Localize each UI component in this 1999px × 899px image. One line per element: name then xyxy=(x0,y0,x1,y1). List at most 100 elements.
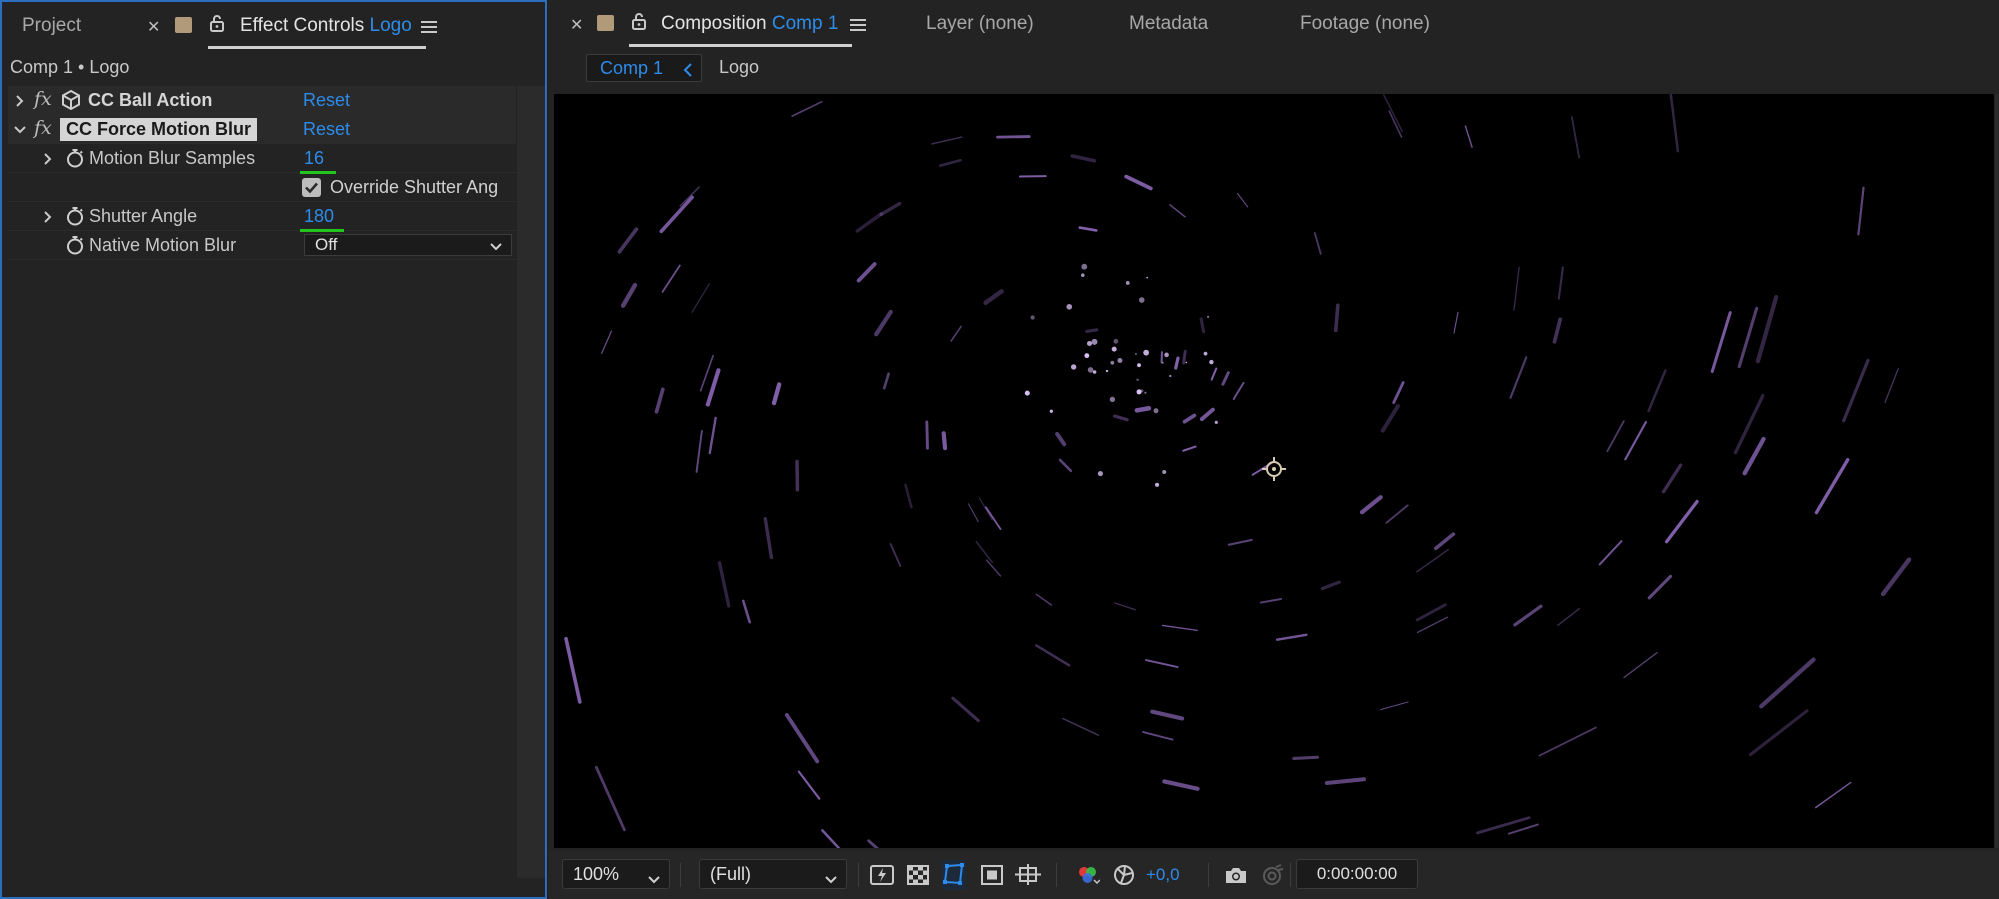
particle-streak xyxy=(951,696,980,723)
chevron-right-icon[interactable] xyxy=(42,153,54,165)
effect-row-cc-ball-action[interactable]: fx CC Ball Action Reset xyxy=(8,86,516,115)
reset-button[interactable]: Reset xyxy=(303,119,350,140)
particle-dot xyxy=(1185,361,1188,364)
particle-dot xyxy=(1117,357,1123,363)
particle-streak xyxy=(1062,717,1100,736)
particle-streak xyxy=(771,382,782,406)
effect-row-cc-force-motion-blur[interactable]: fx CC Force Motion Blur Reset xyxy=(8,115,516,144)
particle-streak xyxy=(1150,709,1185,721)
particle-dot xyxy=(1084,353,1090,359)
particle-streak xyxy=(1113,414,1129,422)
particle-streak xyxy=(1434,532,1456,551)
layer-nav-item[interactable]: Logo xyxy=(719,57,759,78)
particle-streak xyxy=(889,543,902,567)
particle-streak xyxy=(867,839,879,848)
particle-streak xyxy=(941,431,948,451)
tab-footage-label: Footage xyxy=(1300,13,1370,34)
stopwatch-icon[interactable] xyxy=(65,148,85,168)
close-icon[interactable]: ✕ xyxy=(147,17,160,37)
reset-button[interactable]: Reset xyxy=(303,90,350,111)
grid-guides-icon[interactable] xyxy=(1015,864,1041,886)
layer-color-chip xyxy=(175,17,192,33)
particle-streak xyxy=(717,561,731,608)
left-scrollbar[interactable] xyxy=(517,86,545,878)
particle-streak xyxy=(654,387,665,414)
tab-composition-name: Comp 1 xyxy=(771,13,839,34)
particle-streak xyxy=(601,330,613,354)
dropdown-value: Off xyxy=(315,235,338,254)
reset-exposure-icon[interactable] xyxy=(1112,864,1136,886)
tab-composition-label: Composition xyxy=(661,13,767,34)
channels-icon[interactable] xyxy=(1076,864,1101,886)
particle-streak xyxy=(1236,192,1249,208)
tab-metadata[interactable]: Metadata xyxy=(1129,13,1208,35)
comp-nav-item[interactable]: Comp 1 xyxy=(586,54,702,82)
particle-streak xyxy=(691,283,710,313)
region-of-interest-icon[interactable] xyxy=(980,864,1004,886)
chevron-right-icon[interactable] xyxy=(42,211,54,223)
particle-streak xyxy=(620,282,638,308)
stopwatch-icon[interactable] xyxy=(65,206,85,226)
tab-project[interactable]: Project xyxy=(22,15,81,37)
particle-streak xyxy=(1815,781,1852,809)
tab-effect-controls[interactable]: Effect Controls Logo xyxy=(208,15,426,49)
exposure-value[interactable]: +0,0 xyxy=(1146,865,1180,885)
tab-footage[interactable]: Footage (none) xyxy=(1300,13,1430,35)
panel-menu-icon[interactable] xyxy=(850,19,866,33)
current-time-display[interactable]: 0:00:00:00 xyxy=(1296,859,1418,889)
tab-layer[interactable]: Layer (none) xyxy=(926,13,1034,35)
particle-streak xyxy=(1842,358,1870,423)
particle-streak xyxy=(1182,349,1187,365)
particle-streak xyxy=(1078,226,1098,232)
right-scrollbar[interactable] xyxy=(1995,94,1999,848)
zoom-select[interactable]: 100% xyxy=(562,859,670,889)
param-label: Native Motion Blur xyxy=(89,234,237,255)
param-row-native-motion-blur: Native Motion Blur Off xyxy=(8,231,516,260)
close-icon[interactable]: ✕ xyxy=(570,15,583,35)
mask-path-visibility-icon[interactable] xyxy=(942,860,966,890)
native-motion-blur-dropdown[interactable]: Off xyxy=(304,234,512,256)
chevron-right-icon[interactable] xyxy=(14,95,26,107)
toolbar-divider xyxy=(1056,863,1057,887)
resolution-select[interactable]: (Full) xyxy=(699,859,847,889)
particle-dot xyxy=(1136,378,1139,381)
chevron-down-icon[interactable] xyxy=(14,124,26,136)
particle-streak xyxy=(784,713,820,764)
particle-streak xyxy=(1385,504,1409,524)
camera-snapshot-icon[interactable] xyxy=(1224,864,1248,886)
particle-streak xyxy=(1058,458,1073,473)
show-snapshot-icon[interactable] xyxy=(1260,864,1284,886)
particle-streak xyxy=(1324,777,1366,786)
motion-blur-samples-value[interactable]: 16 xyxy=(300,147,336,174)
composition-viewer[interactable] xyxy=(554,94,1994,848)
transparency-grid-icon[interactable] xyxy=(906,864,930,886)
particle-streak xyxy=(1313,232,1322,255)
particle-streak xyxy=(975,540,993,564)
effect-name[interactable]: CC Ball Action xyxy=(88,90,212,111)
particle-dot xyxy=(1134,353,1137,356)
fx-toggle-icon[interactable]: fx xyxy=(34,88,52,110)
override-shutter-checkbox[interactable] xyxy=(302,178,321,197)
particle-streak xyxy=(1570,116,1581,159)
particle-streak xyxy=(1606,420,1625,453)
effect-name-selected[interactable]: CC Force Motion Blur xyxy=(60,117,257,141)
particle-streak xyxy=(1742,436,1766,476)
particle-streak xyxy=(950,325,962,342)
tab-composition[interactable]: Composition Comp 1 xyxy=(628,13,853,47)
particle-streak xyxy=(1552,317,1563,344)
particle-dot xyxy=(1125,281,1130,285)
particle-dot xyxy=(1144,391,1147,394)
particle-dot xyxy=(1209,359,1214,365)
panel-menu-icon[interactable] xyxy=(421,21,437,35)
fast-previews-icon[interactable] xyxy=(870,864,894,886)
param-value-text: 16 xyxy=(304,147,325,168)
particle-dot xyxy=(1092,370,1097,374)
stopwatch-icon[interactable] xyxy=(65,235,85,255)
shutter-angle-value[interactable]: 180 xyxy=(300,206,344,232)
lock-icon[interactable] xyxy=(208,14,226,32)
anchor-point-icon[interactable] xyxy=(1261,456,1287,482)
particle-streak xyxy=(1623,651,1658,679)
lock-icon[interactable] xyxy=(630,12,648,30)
fx-toggle-icon[interactable]: fx xyxy=(34,117,52,139)
particle-dot xyxy=(1049,409,1053,413)
